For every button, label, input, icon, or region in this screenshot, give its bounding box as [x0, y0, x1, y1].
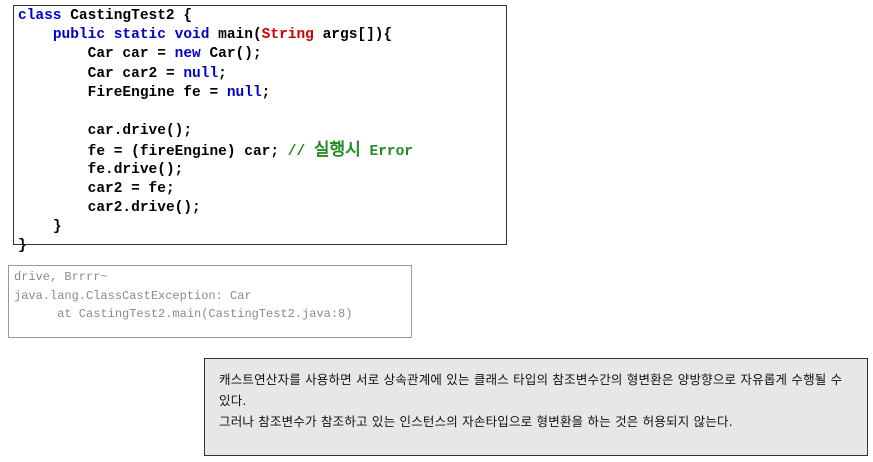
code-token: Car();	[200, 46, 262, 63]
code-token: //	[287, 144, 314, 161]
code-token: }	[18, 238, 27, 255]
output-line: java.lang.ClassCastException: Car	[14, 288, 252, 303]
code-token: new	[174, 46, 201, 63]
output-line: at CastingTest2.main(CastingTest2.java:8…	[14, 307, 353, 321]
code-line: Car car = new Car();	[18, 45, 506, 64]
code-line: public static void main(String args[]){	[18, 26, 506, 45]
code-token: FireEngine fe =	[87, 84, 227, 101]
code-token: public static void	[52, 27, 210, 44]
code-line: car2.drive();	[18, 199, 506, 218]
code-token: Car car2 =	[87, 65, 184, 82]
code-token: class	[18, 8, 62, 24]
code-token: ;	[218, 65, 227, 82]
code-token: Error	[360, 144, 414, 161]
code-token: car2 = fe;	[87, 180, 175, 197]
code-token: null	[183, 65, 219, 82]
code-token: fe.drive();	[87, 161, 184, 178]
code-line: class CastingTest2 {	[18, 7, 506, 26]
code-token: main(	[209, 27, 262, 44]
code-token: 실행시	[313, 140, 361, 161]
code-line: }	[18, 218, 506, 237]
code-line: }	[18, 237, 506, 256]
output-line: drive, Brrrr~	[14, 270, 108, 284]
code-line: car2 = fe;	[18, 180, 506, 199]
code-token: null	[226, 84, 262, 101]
code-line: fe.drive();	[18, 161, 506, 180]
console-output: drive, Brrrr~ java.lang.ClassCastExcepti…	[8, 265, 412, 338]
code-token: fe = (fireEngine) car;	[87, 144, 288, 161]
code-token: Car car =	[87, 46, 175, 63]
code-token: CastingTest2 {	[61, 8, 193, 24]
code-line: fe = (fireEngine) car; // 실행시 Error	[18, 140, 506, 161]
code-line: FireEngine fe = null;	[18, 84, 506, 103]
code-token: ;	[261, 84, 271, 101]
explanation-note: 캐스트연산자를 사용하면 서로 상속관계에 있는 클래스 타입의 참조변수간의 …	[204, 358, 868, 456]
code-listing: class CastingTest2 { public static void …	[13, 5, 507, 254]
code-line: car.drive();	[18, 122, 506, 141]
code-token: args[]){	[313, 27, 393, 44]
code-token: String	[261, 27, 314, 44]
note-paragraph-2: 그러나 참조변수가 참조하고 있는 인스턴스의 자손타입으로 형변환을 하는 것…	[219, 414, 733, 429]
code-line: Car car2 = null;	[18, 65, 506, 84]
code-token: car.drive();	[87, 123, 193, 140]
code-token: }	[52, 219, 62, 236]
code-token: car2.drive();	[87, 199, 201, 216]
note-paragraph-1: 캐스트연산자를 사용하면 서로 상속관계에 있는 클래스 타입의 참조변수간의 …	[219, 372, 843, 408]
